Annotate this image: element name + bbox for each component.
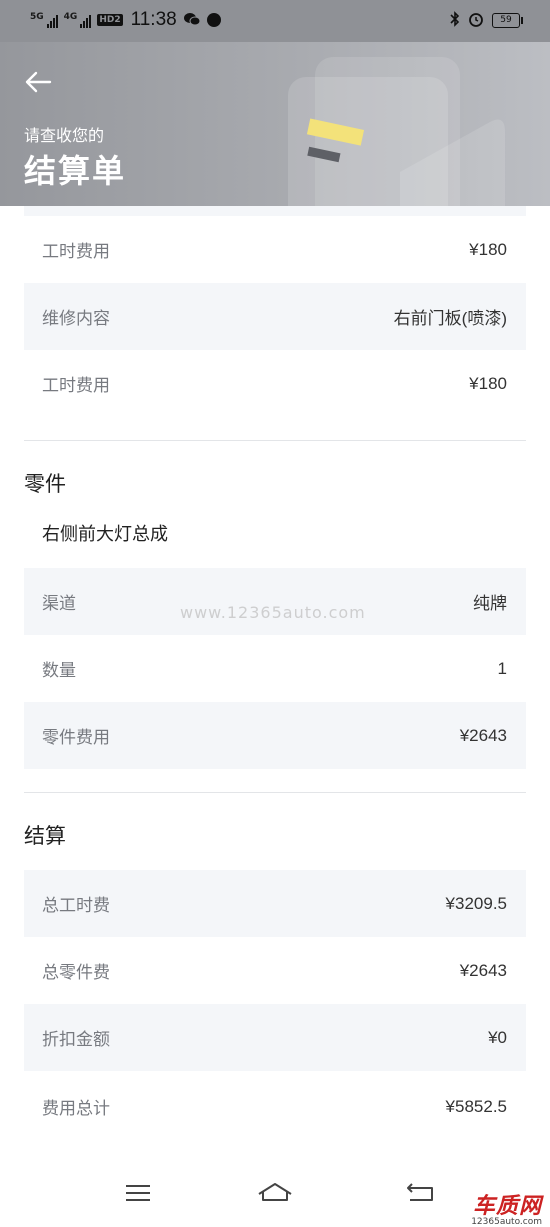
row-value: 纯牌 [473, 594, 507, 613]
parts-fee-row: 零件费用 ¥2643 [24, 702, 526, 769]
row-value: ¥180 [469, 239, 507, 259]
system-nav-bar [0, 1160, 550, 1226]
row-label: 数量 [42, 661, 76, 681]
signal-5g-icon: 5G [30, 12, 58, 28]
grand-total-row: 费用总计 ¥5852.5 [24, 1073, 526, 1140]
row-label: 零件费用 [42, 728, 110, 748]
row-label: 总工时费 [42, 896, 110, 916]
status-right: 59 [450, 11, 523, 30]
parts-section-title: 零件 [24, 472, 66, 496]
menu-icon[interactable] [118, 1178, 158, 1208]
row-label: 维修内容 [42, 309, 110, 329]
brand-name: 车质网 [472, 1194, 542, 1219]
page-title: 结算单 [24, 152, 127, 190]
notification-icon [206, 13, 221, 27]
row-value: 右前门板(喷漆) [393, 309, 507, 328]
total-parts-row: 总零件费 ¥2643 [24, 937, 526, 1004]
labor-fee-row: 工时费用 ¥180 [24, 216, 526, 283]
quantity-row: 数量 1 [24, 635, 526, 702]
status-bar: 5G 4G HD2 11:38 59 [0, 0, 550, 42]
watermark: www.12365auto.com [180, 603, 366, 622]
section-divider [24, 440, 526, 441]
row-value: ¥3209.5 [445, 893, 507, 913]
network-label-5g: 5G [30, 12, 44, 22]
row-value: ¥2643 [459, 960, 507, 980]
status-left: 5G 4G HD2 11:38 [30, 9, 221, 31]
row-value: ¥2643 [459, 725, 507, 745]
total-labor-row: 总工时费 ¥3209.5 [24, 870, 526, 937]
row-value: ¥180 [469, 373, 507, 393]
alarm-icon [468, 11, 484, 30]
channel-row: 渠道 纯牌 [24, 568, 526, 635]
row-label: 费用总计 [42, 1099, 110, 1119]
repair-content-row: 维修内容 右前门板(喷漆) [24, 283, 526, 350]
row-label: 总零件费 [42, 963, 110, 983]
back-arrow-icon[interactable] [22, 66, 54, 98]
wechat-icon [183, 11, 201, 30]
row-label: 折扣金额 [42, 1030, 110, 1050]
network-label-4g: 4G [63, 12, 78, 22]
row-value: ¥0 [488, 1027, 507, 1047]
part-item-name: 右侧前大灯总成 [42, 524, 168, 545]
brand-watermark-logo: 车质网 12365auto.com [471, 1188, 542, 1227]
bluetooth-icon [450, 11, 460, 30]
battery-icon: 59 [492, 13, 523, 28]
section-divider [24, 792, 526, 793]
clock: 11:38 [130, 9, 177, 30]
back-icon[interactable] [400, 1178, 440, 1208]
row-label: 工时费用 [42, 242, 110, 262]
row-value: 1 [497, 658, 507, 678]
settlement-section-title: 结算 [24, 824, 66, 848]
discount-row: 折扣金额 ¥0 [24, 1004, 526, 1071]
labor-fee-row: 工时费用 ¥180 [24, 350, 526, 417]
row-label: 工时费用 [42, 376, 110, 396]
hd-badge: HD2 [97, 14, 123, 26]
receipt-illustration-icon [288, 57, 505, 206]
row-top-strip [24, 206, 526, 216]
row-value: ¥5852.5 [445, 1096, 507, 1116]
home-icon[interactable] [255, 1178, 295, 1208]
row-label: 渠道 [42, 594, 76, 614]
page-header: 请查收您的 结算单 [0, 42, 550, 206]
signal-4g-icon: 4G [64, 12, 92, 28]
header-subtitle: 请查收您的 [24, 126, 105, 145]
